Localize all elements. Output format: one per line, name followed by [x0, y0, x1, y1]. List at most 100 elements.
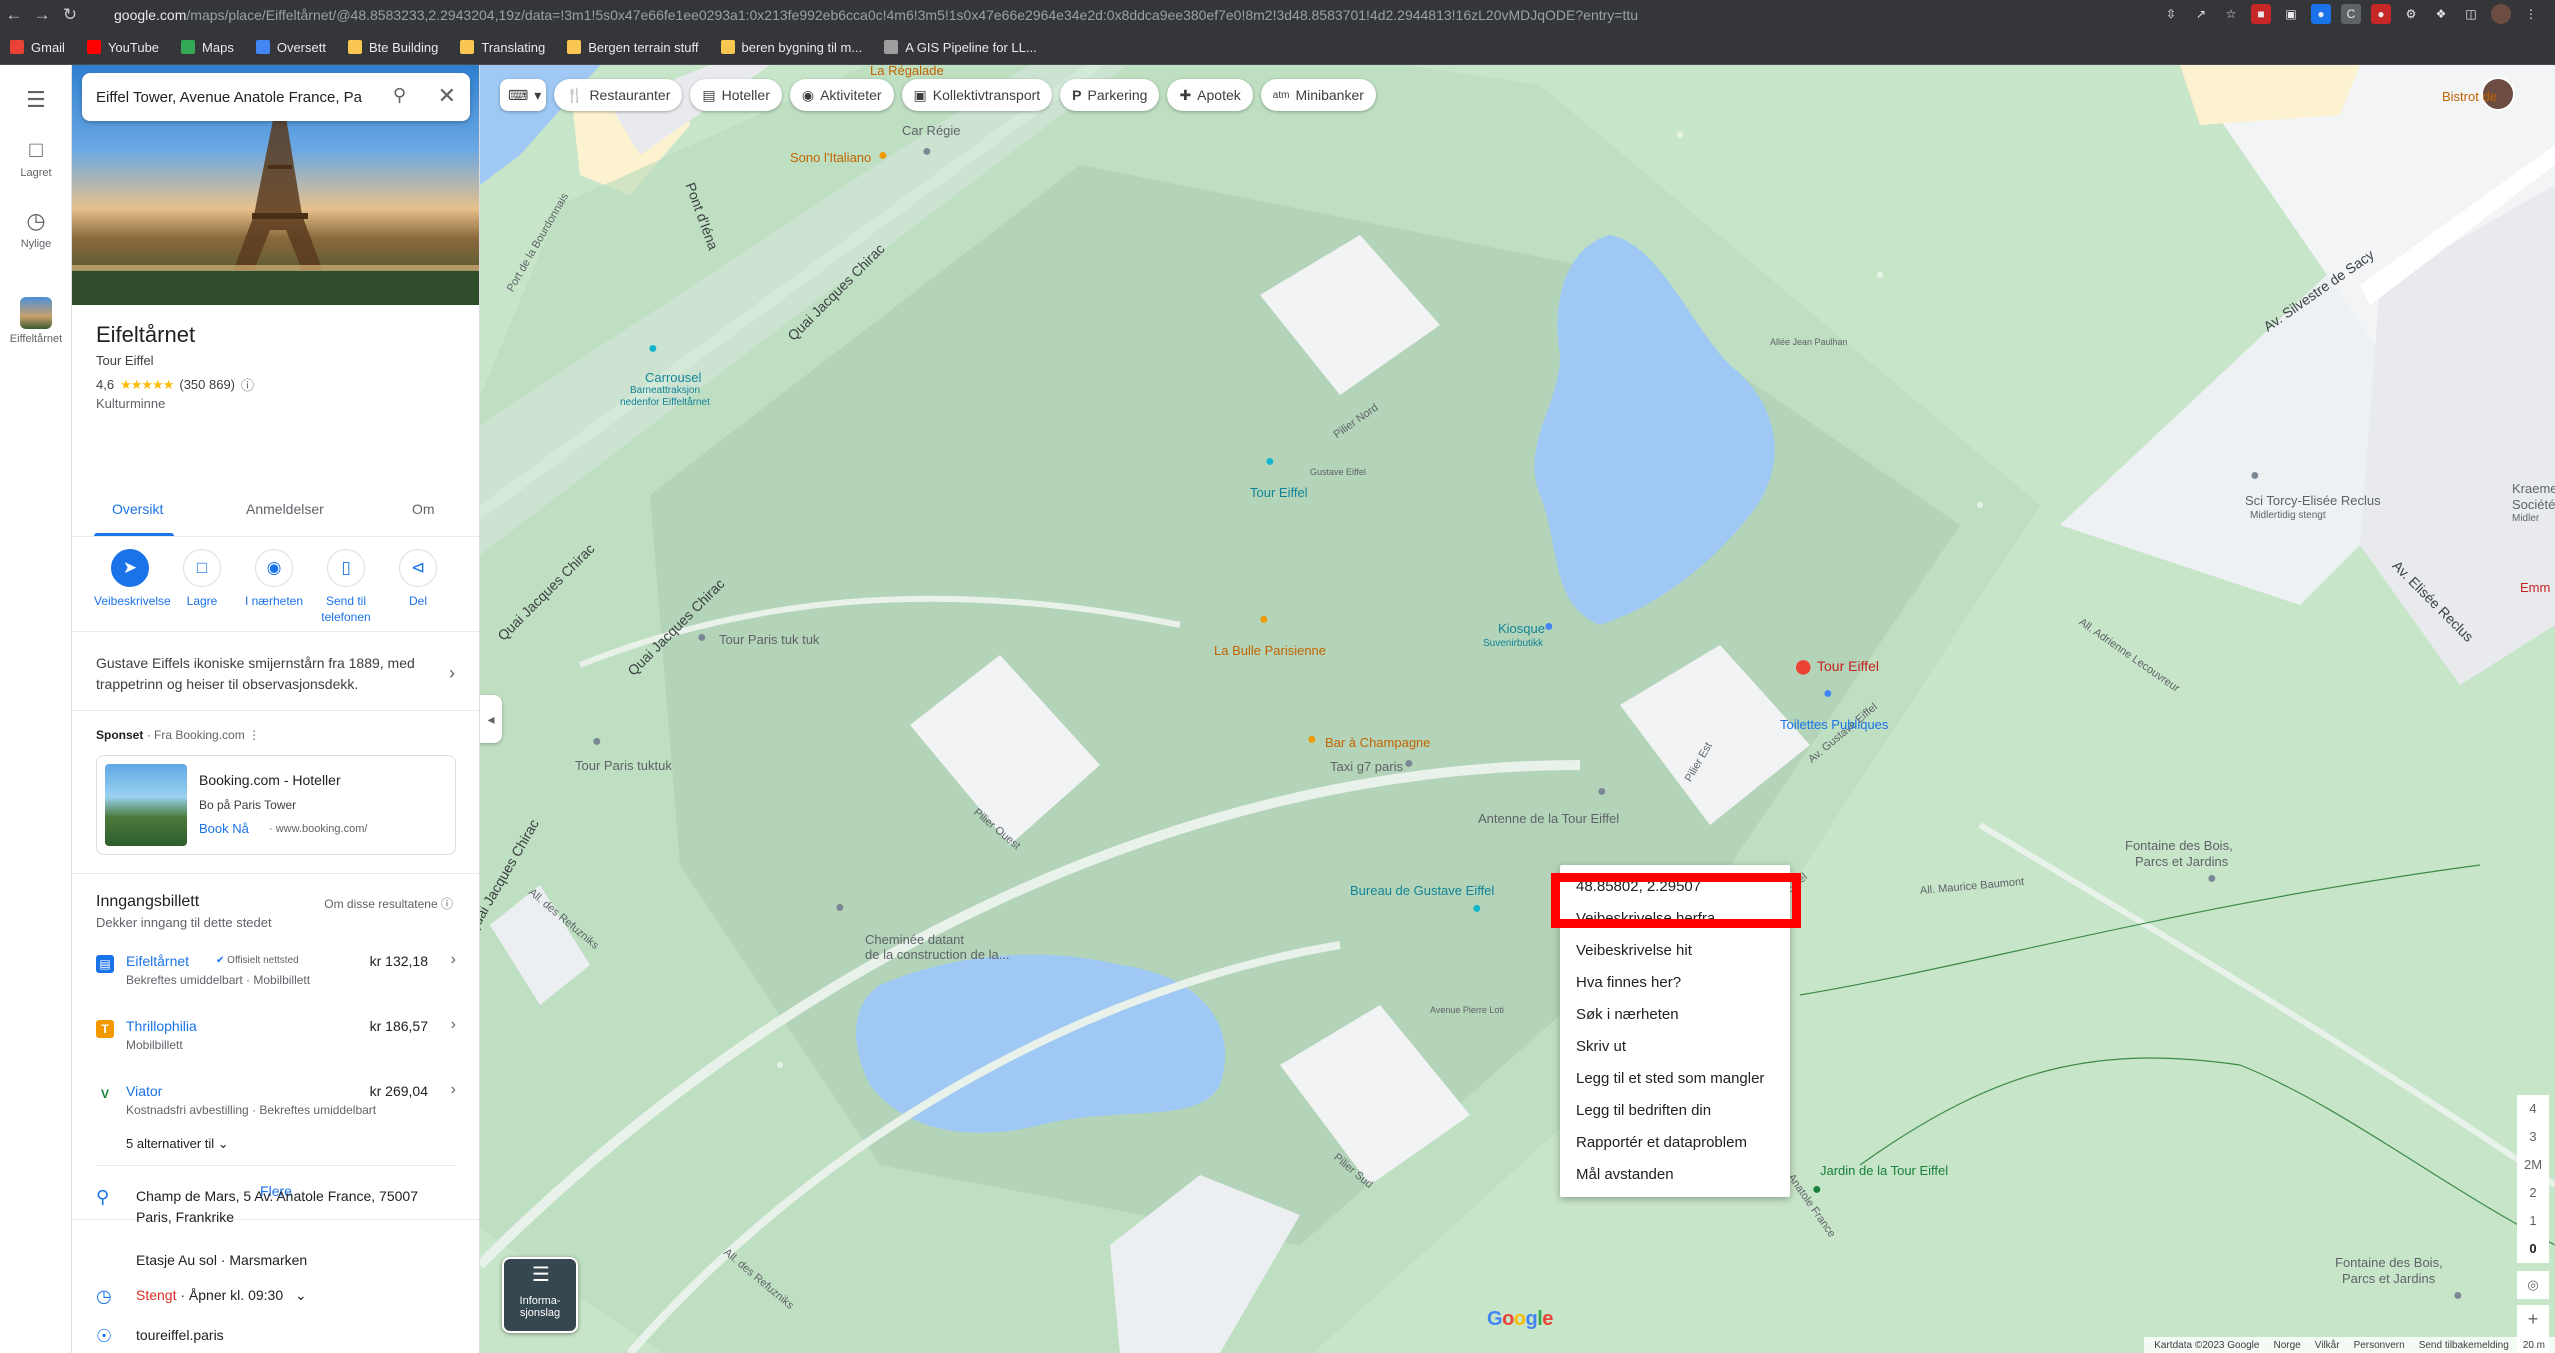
extension-icon[interactable]: ●	[2371, 4, 2391, 24]
bar-pin-icon[interactable]: ●	[1307, 731, 1317, 749]
poi-label[interactable]: Emm	[2520, 580, 2550, 595]
collapse-panel-button[interactable]: ◂	[480, 695, 502, 743]
terms-link[interactable]: Vilkår	[2315, 1340, 2340, 1351]
bookmark-folder[interactable]: Translating	[460, 40, 545, 55]
chip-activities[interactable]: ◉ Aktiviteter	[789, 79, 894, 111]
layers-button[interactable]: ☰ Informa-sjonslag	[502, 1257, 578, 1333]
more-vert-icon[interactable]: ⋮	[248, 728, 260, 742]
privacy-link[interactable]: Personvern	[2354, 1340, 2405, 1351]
send-to-phone-button[interactable]: ▯ Send til telefonen	[310, 549, 382, 625]
recent-place-button[interactable]: Eiffeltårnet	[0, 297, 72, 345]
landmark-pin-icon[interactable]: ●	[1265, 453, 1275, 471]
context-menu-item[interactable]: Søk i nærheten	[1560, 999, 1790, 1031]
poi-label[interactable]: Antenne de la Tour Eiffel	[1478, 811, 1619, 826]
poi-label[interactable]: Sono l'Italiano	[790, 150, 871, 165]
directions-button[interactable]: ➤ Veibeskrivelse	[94, 549, 171, 609]
cafe-pin-icon[interactable]: ●	[1259, 611, 1269, 629]
bookmark-youtube[interactable]: YouTube	[86, 40, 159, 55]
floor-level-active[interactable]: 0	[2517, 1235, 2549, 1263]
search-box[interactable]: ⚲ ✕	[82, 73, 470, 121]
place-pin-icon[interactable]: ●	[2207, 870, 2217, 888]
poi-label[interactable]: Bistrot de	[2442, 89, 2497, 104]
search-icon[interactable]: ⚲	[393, 85, 406, 106]
poi-label[interactable]: Carrousel	[645, 370, 701, 385]
extension-icon[interactable]: C	[2341, 4, 2361, 24]
ticket-option[interactable]: V Viator Kostnadsfri avbestilling · Bekr…	[96, 1081, 456, 1133]
poi-label[interactable]: La Bulle Parisienne	[1214, 643, 1326, 658]
place-description[interactable]: Gustave Eiffels ikoniske smijernstårn fr…	[96, 653, 426, 695]
floor-level[interactable]: 2M	[2517, 1151, 2549, 1179]
context-menu-item[interactable]: Legg til et sted som mangler	[1560, 1063, 1790, 1095]
shop-pin-icon[interactable]: ●	[1544, 618, 1554, 636]
zoom-in-icon[interactable]: +	[2517, 1305, 2549, 1333]
place-category[interactable]: Kulturminne	[96, 396, 165, 411]
sponsored-card[interactable]: Booking.com - Hoteller Bo på Paris Tower…	[96, 755, 456, 855]
back-icon[interactable]: ←	[0, 0, 28, 30]
park-pin-icon[interactable]: ●	[1812, 1181, 1822, 1199]
puzzle-icon[interactable]: ❖	[2431, 4, 2451, 24]
chip-restaurants[interactable]: 🍴 Restauranter	[554, 79, 683, 111]
address-bar[interactable]: google.com/maps/place/Eiffeltårnet/@48.8…	[114, 7, 1638, 23]
extension-icon[interactable]: ⚙	[2401, 4, 2421, 24]
floor-level[interactable]: 3	[2517, 1123, 2549, 1151]
review-count[interactable]: (350 869)	[179, 377, 235, 392]
bookmark-oversett[interactable]: Oversett	[255, 40, 326, 55]
more-options-toggle[interactable]: 5 alternativer til ⌄	[126, 1136, 229, 1152]
bookmark-folder[interactable]: Bergen terrain stuff	[567, 40, 699, 55]
chevron-right-icon[interactable]: ›	[449, 663, 455, 684]
bookmark-gmail[interactable]: Gmail	[10, 40, 65, 55]
context-menu-item[interactable]: Rapportér et dataproblem	[1560, 1127, 1790, 1159]
ticket-option[interactable]: T Thrillophilia Mobilbillett kr 186,57 ›	[96, 1016, 456, 1068]
floor-level[interactable]: 4	[2517, 1095, 2549, 1123]
place-pin-icon[interactable]: ●	[592, 733, 602, 751]
context-menu-item[interactable]: Veibeskrivelse hit	[1560, 935, 1790, 967]
share-button[interactable]: ⊲ Del	[382, 549, 454, 609]
poi-label[interactable]: Cheminée datant	[865, 932, 964, 947]
poi-label[interactable]: La Régalade	[870, 65, 944, 78]
extension-icon[interactable]: ■	[2251, 4, 2271, 24]
place-pin-icon[interactable]: ●	[2453, 1287, 2463, 1305]
save-button[interactable]: □ Lagre	[166, 549, 238, 609]
tab-overview[interactable]: Oversikt	[112, 501, 163, 517]
tab-about[interactable]: Om	[412, 501, 435, 517]
poi-label[interactable]: Sci Torcy-Elisée Reclus	[2245, 493, 2381, 508]
place-pin-icon[interactable]: ●	[835, 899, 845, 917]
place-pin-icon[interactable]: ●	[1597, 783, 1607, 801]
selected-place-pin-icon[interactable]: ●	[1793, 647, 1814, 686]
poi-label[interactable]: Taxi g7 paris	[1330, 759, 1403, 774]
place-pin-icon[interactable]: ●	[697, 629, 707, 647]
poi-label[interactable]: Toilettes Publiques	[1780, 717, 1888, 732]
tab-reviews[interactable]: Anmeldelser	[246, 501, 324, 517]
poi-label[interactable]: Jardin de la Tour Eiffel	[1820, 1163, 1948, 1178]
bookmark-folder[interactable]: Bte Building	[347, 40, 438, 55]
poi-label[interactable]: Fontaine des Bois,	[2335, 1255, 2443, 1270]
forward-icon[interactable]: →	[28, 0, 56, 30]
poi-label[interactable]: Bar à Champagne	[1325, 735, 1431, 750]
menu-button[interactable]: ☰	[0, 87, 72, 117]
poi-label[interactable]: Kraeme	[2512, 481, 2555, 496]
search-input[interactable]	[96, 88, 366, 106]
taxi-pin-icon[interactable]: ●	[1404, 755, 1414, 773]
input-tools-button[interactable]: ⌨ ▾	[500, 79, 546, 111]
chip-pharmacy[interactable]: ✚ Apotek	[1167, 79, 1253, 111]
context-menu-item[interactable]: Hva finnes her?	[1560, 967, 1790, 999]
poi-label[interactable]: Bureau de Gustave Eiffel	[1350, 883, 1494, 898]
reload-icon[interactable]: ↻	[56, 0, 84, 30]
my-location-icon[interactable]: ◎	[2517, 1271, 2549, 1299]
ticket-option[interactable]: ▤ Eifeltårnet ✔ Offisielt nettsted Bekre…	[96, 951, 456, 1003]
context-menu-item[interactable]: Mål avstanden	[1560, 1159, 1790, 1191]
context-menu-item[interactable]: Skriv ut	[1560, 1031, 1790, 1063]
restaurant-pin-icon[interactable]: ●	[878, 147, 888, 165]
chip-transit[interactable]: ▣ Kollektivtransport	[901, 79, 1053, 111]
context-menu-item[interactable]: Legg til bedriften din	[1560, 1095, 1790, 1127]
sidepanel-icon[interactable]: ◫	[2461, 4, 2481, 24]
poi-label[interactable]: Fontaine des Bois,	[2125, 838, 2233, 853]
bookmark-star-icon[interactable]: ☆	[2221, 4, 2241, 24]
poi-label[interactable]: Tour Paris tuktuk	[575, 758, 672, 773]
feedback-link[interactable]: Send tilbakemelding	[2419, 1340, 2509, 1351]
nearby-button[interactable]: ◉ I nærheten	[238, 549, 310, 609]
install-icon[interactable]: ⇳	[2161, 4, 2181, 24]
close-icon[interactable]: ✕	[438, 83, 456, 109]
place-pin-icon[interactable]: ●	[2250, 467, 2260, 485]
place-pin-icon[interactable]: ●	[922, 143, 932, 161]
